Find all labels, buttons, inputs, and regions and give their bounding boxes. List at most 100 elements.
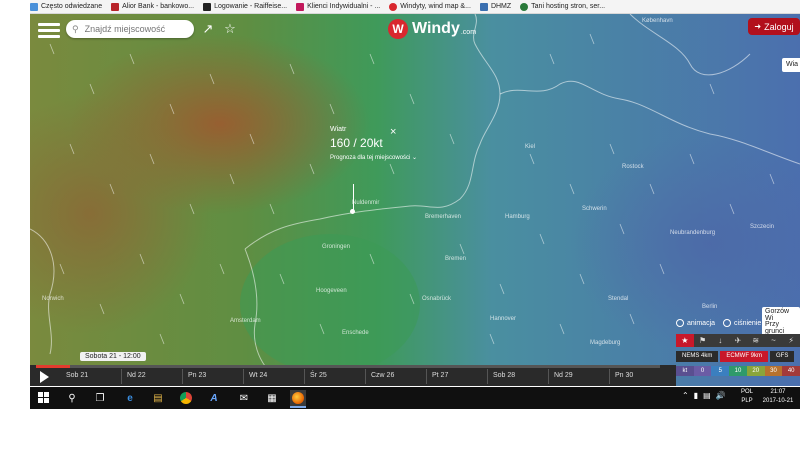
wind-map[interactable] bbox=[30, 14, 800, 386]
timeline-day[interactable]: Pt 27 bbox=[432, 372, 448, 379]
scale-step: 20 bbox=[746, 366, 765, 376]
scale-step: 10 bbox=[729, 366, 747, 376]
storm-icon[interactable]: ⚡ bbox=[782, 334, 800, 347]
timeline-day[interactable]: Nd 29 bbox=[554, 372, 573, 379]
firefox-icon[interactable] bbox=[290, 390, 306, 408]
timeline-divider bbox=[426, 369, 427, 384]
map-viewport: København Kiel Rostock Schwerin Hamburg … bbox=[30, 14, 800, 386]
wind-zone bbox=[240, 234, 420, 374]
waves-icon[interactable]: ≋ bbox=[747, 334, 765, 347]
task-view-icon[interactable]: ❐ bbox=[92, 390, 108, 406]
star-icon[interactable]: ☆ bbox=[222, 21, 238, 37]
raiffeisen-icon bbox=[203, 2, 212, 11]
wind-scale-legend: kt 0 5 10 20 30 40 bbox=[676, 366, 800, 376]
chevron-down-icon: ⌄ bbox=[412, 155, 418, 161]
animation-toggle[interactable] bbox=[676, 319, 684, 327]
city-label: Hamburg bbox=[505, 214, 530, 220]
flag-icon[interactable]: ⚑ bbox=[694, 334, 712, 347]
timeline-day[interactable]: Pn 30 bbox=[615, 372, 633, 379]
logo-name: Windy bbox=[412, 20, 460, 37]
app-a-icon[interactable]: A bbox=[206, 390, 222, 406]
timeline-day[interactable]: Sob 21 bbox=[66, 372, 88, 379]
city-label: Amsterdam bbox=[230, 318, 261, 324]
wind-popup-value: 160 / 20kt bbox=[330, 136, 383, 150]
keyboard-label: PLP bbox=[741, 398, 753, 404]
store-icon[interactable]: ▦ bbox=[264, 390, 280, 406]
timeline-day[interactable]: Sob 28 bbox=[493, 372, 515, 379]
scale-unit: kt bbox=[676, 366, 694, 376]
city-label: Rostock bbox=[622, 164, 644, 170]
timeline-divider bbox=[243, 369, 244, 384]
model-selector: NEMS 4km ECMWF 9km GFS bbox=[676, 351, 800, 362]
model-gfs[interactable]: GFS bbox=[770, 351, 795, 362]
timeline-day[interactable]: Nd 22 bbox=[127, 372, 146, 379]
model-nems[interactable]: NEMS 4km bbox=[676, 351, 719, 362]
scale-step: 30 bbox=[764, 366, 783, 376]
forecast-link[interactable]: Prognoza dla tej miejscowości ⌄ bbox=[330, 154, 417, 161]
timeline-divider bbox=[487, 369, 488, 384]
search-icon[interactable]: ⚲ bbox=[64, 390, 80, 406]
scale-step: 5 bbox=[711, 366, 730, 376]
file-explorer-icon[interactable]: ▤ bbox=[150, 390, 166, 406]
bookmark-windyty[interactable]: Windyty, wind map &... bbox=[389, 2, 471, 11]
timeline-day[interactable]: Wt 24 bbox=[249, 372, 267, 379]
clock[interactable]: 21:07 2017-10-21 bbox=[760, 388, 796, 406]
layer-toggles: animacja ciśnienie bbox=[676, 319, 761, 327]
battery-icon[interactable]: ▮ bbox=[694, 391, 698, 400]
system-tray: ⌃ ▮ ▤ 🔊 bbox=[682, 391, 726, 400]
timeline-divider bbox=[121, 369, 122, 384]
favorite-icon[interactable]: ★ bbox=[676, 334, 694, 347]
timeline-divider bbox=[548, 369, 549, 384]
login-button[interactable]: ➜ Zaloguj bbox=[748, 18, 800, 35]
hosting-icon bbox=[520, 2, 529, 11]
language-label: POL bbox=[741, 389, 754, 395]
city-label: Berlin bbox=[702, 304, 718, 310]
bookmark-mbank[interactable]: Klienci Indywidualni - ... bbox=[296, 2, 380, 11]
bookmark-dhmz[interactable]: DHMZ bbox=[479, 2, 511, 11]
network-icon[interactable]: ▤ bbox=[703, 391, 711, 400]
bookmark-hosting[interactable]: Tani hosting stron, ser... bbox=[520, 2, 605, 11]
dhmz-icon bbox=[479, 2, 488, 11]
city-label: Norwich bbox=[42, 296, 64, 302]
city-label: Hannover bbox=[490, 316, 517, 322]
language-indicator[interactable]: POL PLP bbox=[741, 388, 753, 406]
close-icon[interactable]: × bbox=[390, 126, 396, 138]
timeline-day[interactable]: Śr 25 bbox=[310, 372, 327, 379]
windy-logo-icon: W bbox=[388, 19, 408, 39]
timeline-day[interactable]: Czw 26 bbox=[371, 372, 394, 379]
windows-start-icon[interactable] bbox=[38, 392, 50, 404]
city-label: København bbox=[642, 18, 673, 24]
mail-icon[interactable]: ✉ bbox=[236, 390, 252, 406]
right-popup[interactable]: Wia bbox=[782, 58, 800, 72]
chrome-icon[interactable] bbox=[178, 390, 194, 406]
chevron-up-icon[interactable]: ⌃ bbox=[682, 391, 689, 400]
city-label: Schwerin bbox=[582, 206, 607, 212]
search-input[interactable] bbox=[82, 23, 187, 35]
windy-logo[interactable]: W Windy .com bbox=[388, 19, 476, 39]
download-icon[interactable]: ↓ bbox=[711, 334, 729, 347]
location-pin[interactable] bbox=[350, 209, 355, 214]
play-icon[interactable] bbox=[40, 371, 49, 383]
timeline-day[interactable]: Pn 23 bbox=[188, 372, 206, 379]
plane-icon[interactable]: ✈ bbox=[729, 334, 747, 347]
city-label: Hoogeveen bbox=[316, 288, 347, 294]
edge-icon[interactable]: e bbox=[122, 390, 138, 406]
timeline-progress bbox=[36, 365, 70, 368]
layer-control-bar: ★ ⚑ ↓ ✈ ≋ ~ ⚡ bbox=[676, 334, 800, 347]
pressure-toggle[interactable] bbox=[723, 319, 732, 327]
bookmark-raiffeisen[interactable]: Logowanie - Raiffeise... bbox=[203, 2, 287, 11]
model-ecmwf[interactable]: ECMWF 9km bbox=[720, 351, 769, 362]
volume-icon[interactable]: 🔊 bbox=[716, 391, 726, 400]
wind-icon[interactable]: ~ bbox=[765, 334, 783, 347]
city-label: Magdeburg bbox=[590, 340, 621, 346]
start-tile bbox=[38, 392, 43, 397]
search-box[interactable]: ⚲ bbox=[66, 20, 194, 38]
bookmark-frequent[interactable]: Często odwiedzane bbox=[30, 2, 102, 11]
share-icon[interactable]: ↗ bbox=[200, 21, 216, 37]
menu-button[interactable] bbox=[38, 20, 60, 38]
login-icon: ➜ bbox=[754, 22, 762, 31]
bookmark-alior[interactable]: Alior Bank - bankowo... bbox=[111, 2, 194, 11]
hamburger-icon bbox=[38, 23, 60, 26]
timeline-track[interactable] bbox=[36, 365, 660, 368]
city-label: Szczecin bbox=[750, 224, 775, 230]
